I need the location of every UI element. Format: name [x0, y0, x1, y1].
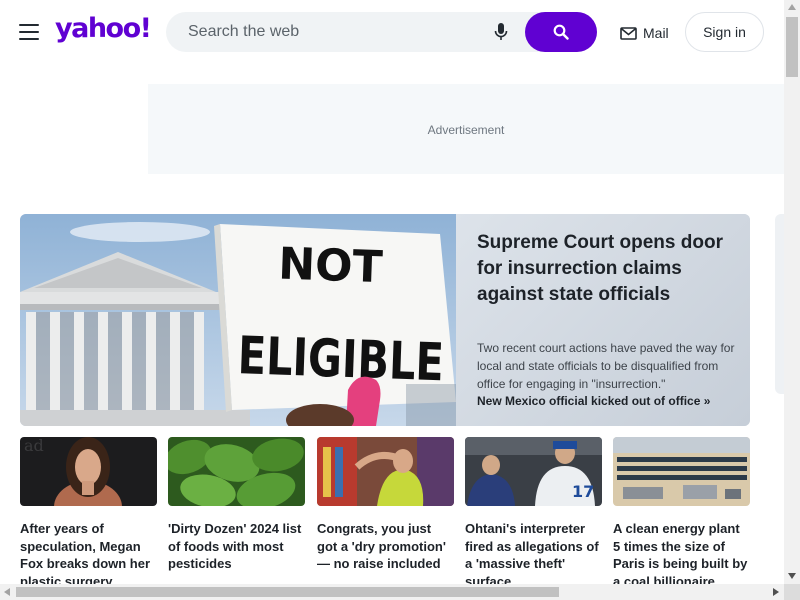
advertisement-slot[interactable]: Advertisement	[148, 84, 784, 174]
story-image	[613, 437, 750, 506]
story-card[interactable]: ad After years of speculation, Megan Fox…	[20, 436, 157, 600]
story-headline[interactable]: A clean energy plant 5 times the size of…	[613, 520, 750, 590]
mail-label: Mail	[643, 25, 669, 41]
sign-text-line1: NOT	[277, 239, 383, 294]
story-headline[interactable]: 'Dirty Dozen' 2024 list of foods with mo…	[168, 520, 305, 573]
vertical-scroll-thumb[interactable]	[786, 17, 798, 77]
story-headline[interactable]: Ohtani's interpreter fired as allegation…	[465, 520, 602, 590]
menu-icon[interactable]	[19, 24, 39, 40]
hero-text-panel: Supreme Court opens door for insurrectio…	[456, 214, 750, 426]
story-image: ad	[20, 436, 157, 533]
scroll-right-arrow-icon[interactable]	[773, 588, 779, 596]
scroll-up-arrow-icon[interactable]	[788, 4, 796, 10]
advertisement-label: Advertisement	[427, 123, 505, 137]
search-input[interactable]	[188, 22, 478, 42]
hero-related-link[interactable]: New Mexico official kicked out of office…	[477, 394, 710, 408]
story-image	[317, 437, 454, 506]
hero-headline[interactable]: Supreme Court opens door for insurrectio…	[477, 230, 739, 308]
scroll-down-arrow-icon[interactable]	[788, 573, 796, 579]
vertical-scrollbar[interactable]	[784, 0, 800, 584]
sign-text-line2: ELIGIBLE	[237, 326, 445, 393]
scrollbar-corner	[784, 584, 800, 600]
horizontal-scroll-thumb[interactable]	[16, 587, 559, 597]
mail-link[interactable]: Mail	[620, 24, 669, 42]
story-card[interactable]: 'Dirty Dozen' 2024 list of foods with mo…	[164, 437, 305, 573]
scroll-left-arrow-icon[interactable]	[4, 588, 10, 596]
microphone-icon[interactable]	[494, 22, 508, 42]
story-card[interactable]: A clean energy plant 5 times the size of…	[613, 437, 750, 590]
viewport: yahoo! Mail Sign in	[0, 0, 800, 600]
sign-in-button[interactable]: Sign in	[685, 12, 764, 52]
search-box	[166, 12, 597, 52]
story-card[interactable]: 17 Ohtani's interpreter fired as allegat…	[465, 437, 602, 590]
hero-story[interactable]: NOT ELIGIBLE Supreme Court opens door fo…	[20, 214, 750, 426]
jersey-number: 17	[572, 482, 594, 501]
story-image	[164, 437, 305, 510]
story-image: 17	[465, 437, 602, 506]
next-carousel-item[interactable]	[775, 214, 784, 394]
search-button[interactable]	[525, 12, 597, 52]
header: yahoo! Mail Sign in	[0, 0, 784, 64]
yahoo-logo[interactable]: yahoo!	[55, 13, 152, 44]
search-icon	[553, 24, 569, 40]
story-headline[interactable]: Congrats, you just got a 'dry promotion'…	[317, 520, 454, 573]
mail-icon	[620, 26, 637, 40]
svg-text:ad: ad	[24, 437, 44, 455]
story-card[interactable]: Congrats, you just got a 'dry promotion'…	[317, 437, 454, 573]
hero-summary: Two recent court actions have paved the …	[477, 341, 735, 391]
hero-image: NOT ELIGIBLE	[20, 214, 456, 426]
